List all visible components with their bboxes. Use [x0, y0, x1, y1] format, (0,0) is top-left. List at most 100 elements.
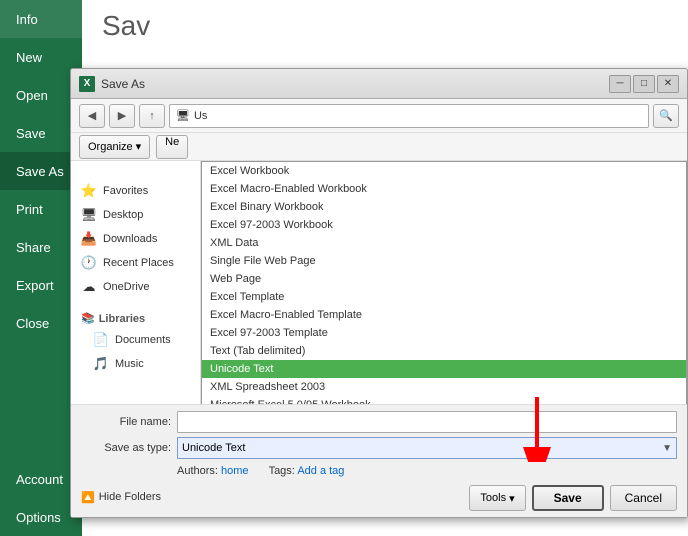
nav-item-downloads[interactable]: 📥 Downloads	[75, 227, 196, 251]
onedrive-icon: ☁	[81, 279, 97, 295]
sidebar-item-label: Info	[16, 12, 38, 27]
dropdown-item-excel-97-2003[interactable]: Excel 97-2003 Workbook	[202, 216, 686, 234]
sidebar-item-label: Share	[16, 240, 51, 255]
favorites-icon: ⭐	[81, 183, 97, 199]
nav-item-music[interactable]: 🎵 Music	[75, 352, 196, 376]
libraries-section: 📚 Libraries 📄 Documents 🎵 Music	[75, 309, 196, 376]
dialog-filelist: Excel WorkbookExcel Macro-Enabled Workbo…	[201, 161, 687, 404]
library-icon: 📚	[81, 312, 95, 325]
savetype-row: Save as type: Unicode Text ▼	[81, 437, 677, 459]
tags-value[interactable]: Add a tag	[297, 465, 344, 477]
dialog-bottom: File name: Save as type: Unicode Text ▼ …	[71, 404, 687, 517]
nav-item-label: Music	[115, 358, 144, 370]
filename-label: File name:	[81, 416, 171, 428]
new-folder-button[interactable]: Ne	[156, 135, 188, 159]
dropdown-item-unicode-text[interactable]: Unicode Text	[202, 360, 686, 378]
hide-folders-icon: 🔼	[81, 491, 95, 504]
dropdown-item-text-tab[interactable]: Text (Tab delimited)	[202, 342, 686, 360]
forward-button[interactable]: ▶	[109, 104, 135, 128]
meta-row: Authors: home Tags: Add a tag	[81, 465, 677, 477]
music-icon: 🎵	[93, 356, 109, 372]
dialog-nav: ⭐ Favorites 🖥 Desktop 📥 Downloads 🕐 Rece…	[71, 161, 201, 404]
favorites-section: ⭐ Favorites 🖥 Desktop 📥 Downloads 🕐 Rece…	[75, 179, 196, 299]
dropdown-item-excel-97-template[interactable]: Excel 97-2003 Template	[202, 324, 686, 342]
nav-item-label: Favorites	[103, 185, 148, 197]
desktop-icon: 🖥	[81, 207, 97, 223]
back-button[interactable]: ◀	[79, 104, 105, 128]
nav-item-documents[interactable]: 📄 Documents	[75, 328, 196, 352]
tags-meta: Tags: Add a tag	[269, 465, 345, 477]
sidebar-item-label: Save	[16, 126, 46, 141]
cancel-label: Cancel	[625, 491, 662, 505]
search-button[interactable]: 🔍	[653, 104, 679, 128]
savetype-label: Save as type:	[81, 442, 171, 454]
save-as-dialog: X Save As ─ □ ✕ ◀ ▶ ↑ 🖥 Us 🔍 Organize ▾ …	[70, 68, 688, 518]
dropdown-item-web-page[interactable]: Web Page	[202, 270, 686, 288]
organize-button[interactable]: Organize ▾	[79, 135, 150, 159]
window-controls: ─ □ ✕	[609, 75, 679, 93]
sidebar-item-label: Close	[16, 316, 49, 331]
authors-value[interactable]: home	[221, 465, 249, 477]
dropdown-item-excel-workbook[interactable]: Excel Workbook	[202, 162, 686, 180]
dropdown-item-xml-spreadsheet-2003[interactable]: XML Spreadsheet 2003	[202, 378, 686, 396]
up-button[interactable]: ↑	[139, 104, 165, 128]
authors-label: Authors:	[177, 465, 218, 477]
excel-icon: X	[79, 76, 95, 92]
cancel-button[interactable]: Cancel	[610, 485, 677, 511]
dropdown-item-excel-binary[interactable]: Excel Binary Workbook	[202, 198, 686, 216]
nav-item-desktop[interactable]: 🖥 Desktop	[75, 203, 196, 227]
address-bar[interactable]: 🖥 Us	[169, 104, 649, 128]
tools-button[interactable]: Tools ▾	[469, 485, 525, 511]
dropdown-item-excel-macro-template[interactable]: Excel Macro-Enabled Template	[202, 306, 686, 324]
dropdown-item-excel-template[interactable]: Excel Template	[202, 288, 686, 306]
hide-folders-button[interactable]: 🔼 Hide Folders	[81, 491, 161, 504]
tools-label: Tools	[480, 492, 506, 504]
chevron-down-icon: ▾	[136, 140, 142, 153]
nav-item-label: Downloads	[103, 233, 157, 245]
dialog-titlebar: X Save As ─ □ ✕	[71, 69, 687, 99]
organize-bar: Organize ▾ Ne	[71, 133, 687, 161]
recent-places-icon: 🕐	[81, 255, 97, 271]
dialog-title: Save As	[101, 77, 609, 91]
nav-item-label: Documents	[115, 334, 171, 346]
savetype-select[interactable]: Unicode Text ▼	[177, 437, 677, 459]
downloads-icon: 📥	[81, 231, 97, 247]
nav-item-favorites[interactable]: ⭐ Favorites	[75, 179, 196, 203]
sidebar-item-label: Options	[16, 510, 61, 525]
libraries-label: Libraries	[99, 313, 145, 325]
sidebar-item-label: Print	[16, 202, 43, 217]
nav-item-onedrive[interactable]: ☁ OneDrive	[75, 275, 196, 299]
close-button[interactable]: ✕	[657, 75, 679, 93]
new-folder-label: Ne	[165, 136, 179, 148]
sidebar-item-label: Open	[16, 88, 48, 103]
dropdown-item-excel-macro-enabled[interactable]: Excel Macro-Enabled Workbook	[202, 180, 686, 198]
nav-item-label: OneDrive	[103, 281, 149, 293]
sidebar-item-label: Export	[16, 278, 54, 293]
dialog-body: ⭐ Favorites 🖥 Desktop 📥 Downloads 🕐 Rece…	[71, 161, 687, 404]
address-text: Us	[194, 110, 207, 122]
maximize-button[interactable]: □	[633, 75, 655, 93]
tools-chevron-icon: ▾	[509, 492, 515, 505]
filename-row: File name:	[81, 411, 677, 433]
organize-label: Organize	[88, 141, 133, 153]
authors-meta: Authors: home	[177, 465, 249, 477]
hide-folders-label: Hide Folders	[99, 491, 161, 503]
dropdown-item-ms-excel-5-95[interactable]: Microsoft Excel 5.0/95 Workbook	[202, 396, 686, 404]
libraries-header: 📚 Libraries	[75, 309, 196, 328]
dropdown-item-xml-data[interactable]: XML Data	[202, 234, 686, 252]
save-button[interactable]: Save	[532, 485, 604, 511]
bottom-row: 🔼 Hide Folders Tools ▾ Save Cancel	[81, 483, 677, 511]
dropdown-item-single-file-web[interactable]: Single File Web Page	[202, 252, 686, 270]
minimize-button[interactable]: ─	[609, 75, 631, 93]
filename-input[interactable]	[177, 411, 677, 433]
nav-item-label: Desktop	[103, 209, 143, 221]
page-title: Sav	[82, 0, 688, 52]
format-dropdown: Excel WorkbookExcel Macro-Enabled Workbo…	[201, 161, 687, 404]
tags-label: Tags:	[269, 465, 295, 477]
dialog-toolbar: ◀ ▶ ↑ 🖥 Us 🔍	[71, 99, 687, 133]
savetype-value: Unicode Text	[182, 442, 245, 454]
sidebar-item-info[interactable]: Info	[0, 0, 82, 38]
save-label: Save	[554, 491, 582, 505]
nav-item-recent-places[interactable]: 🕐 Recent Places	[75, 251, 196, 275]
action-buttons: Tools ▾ Save Cancel	[469, 483, 677, 511]
